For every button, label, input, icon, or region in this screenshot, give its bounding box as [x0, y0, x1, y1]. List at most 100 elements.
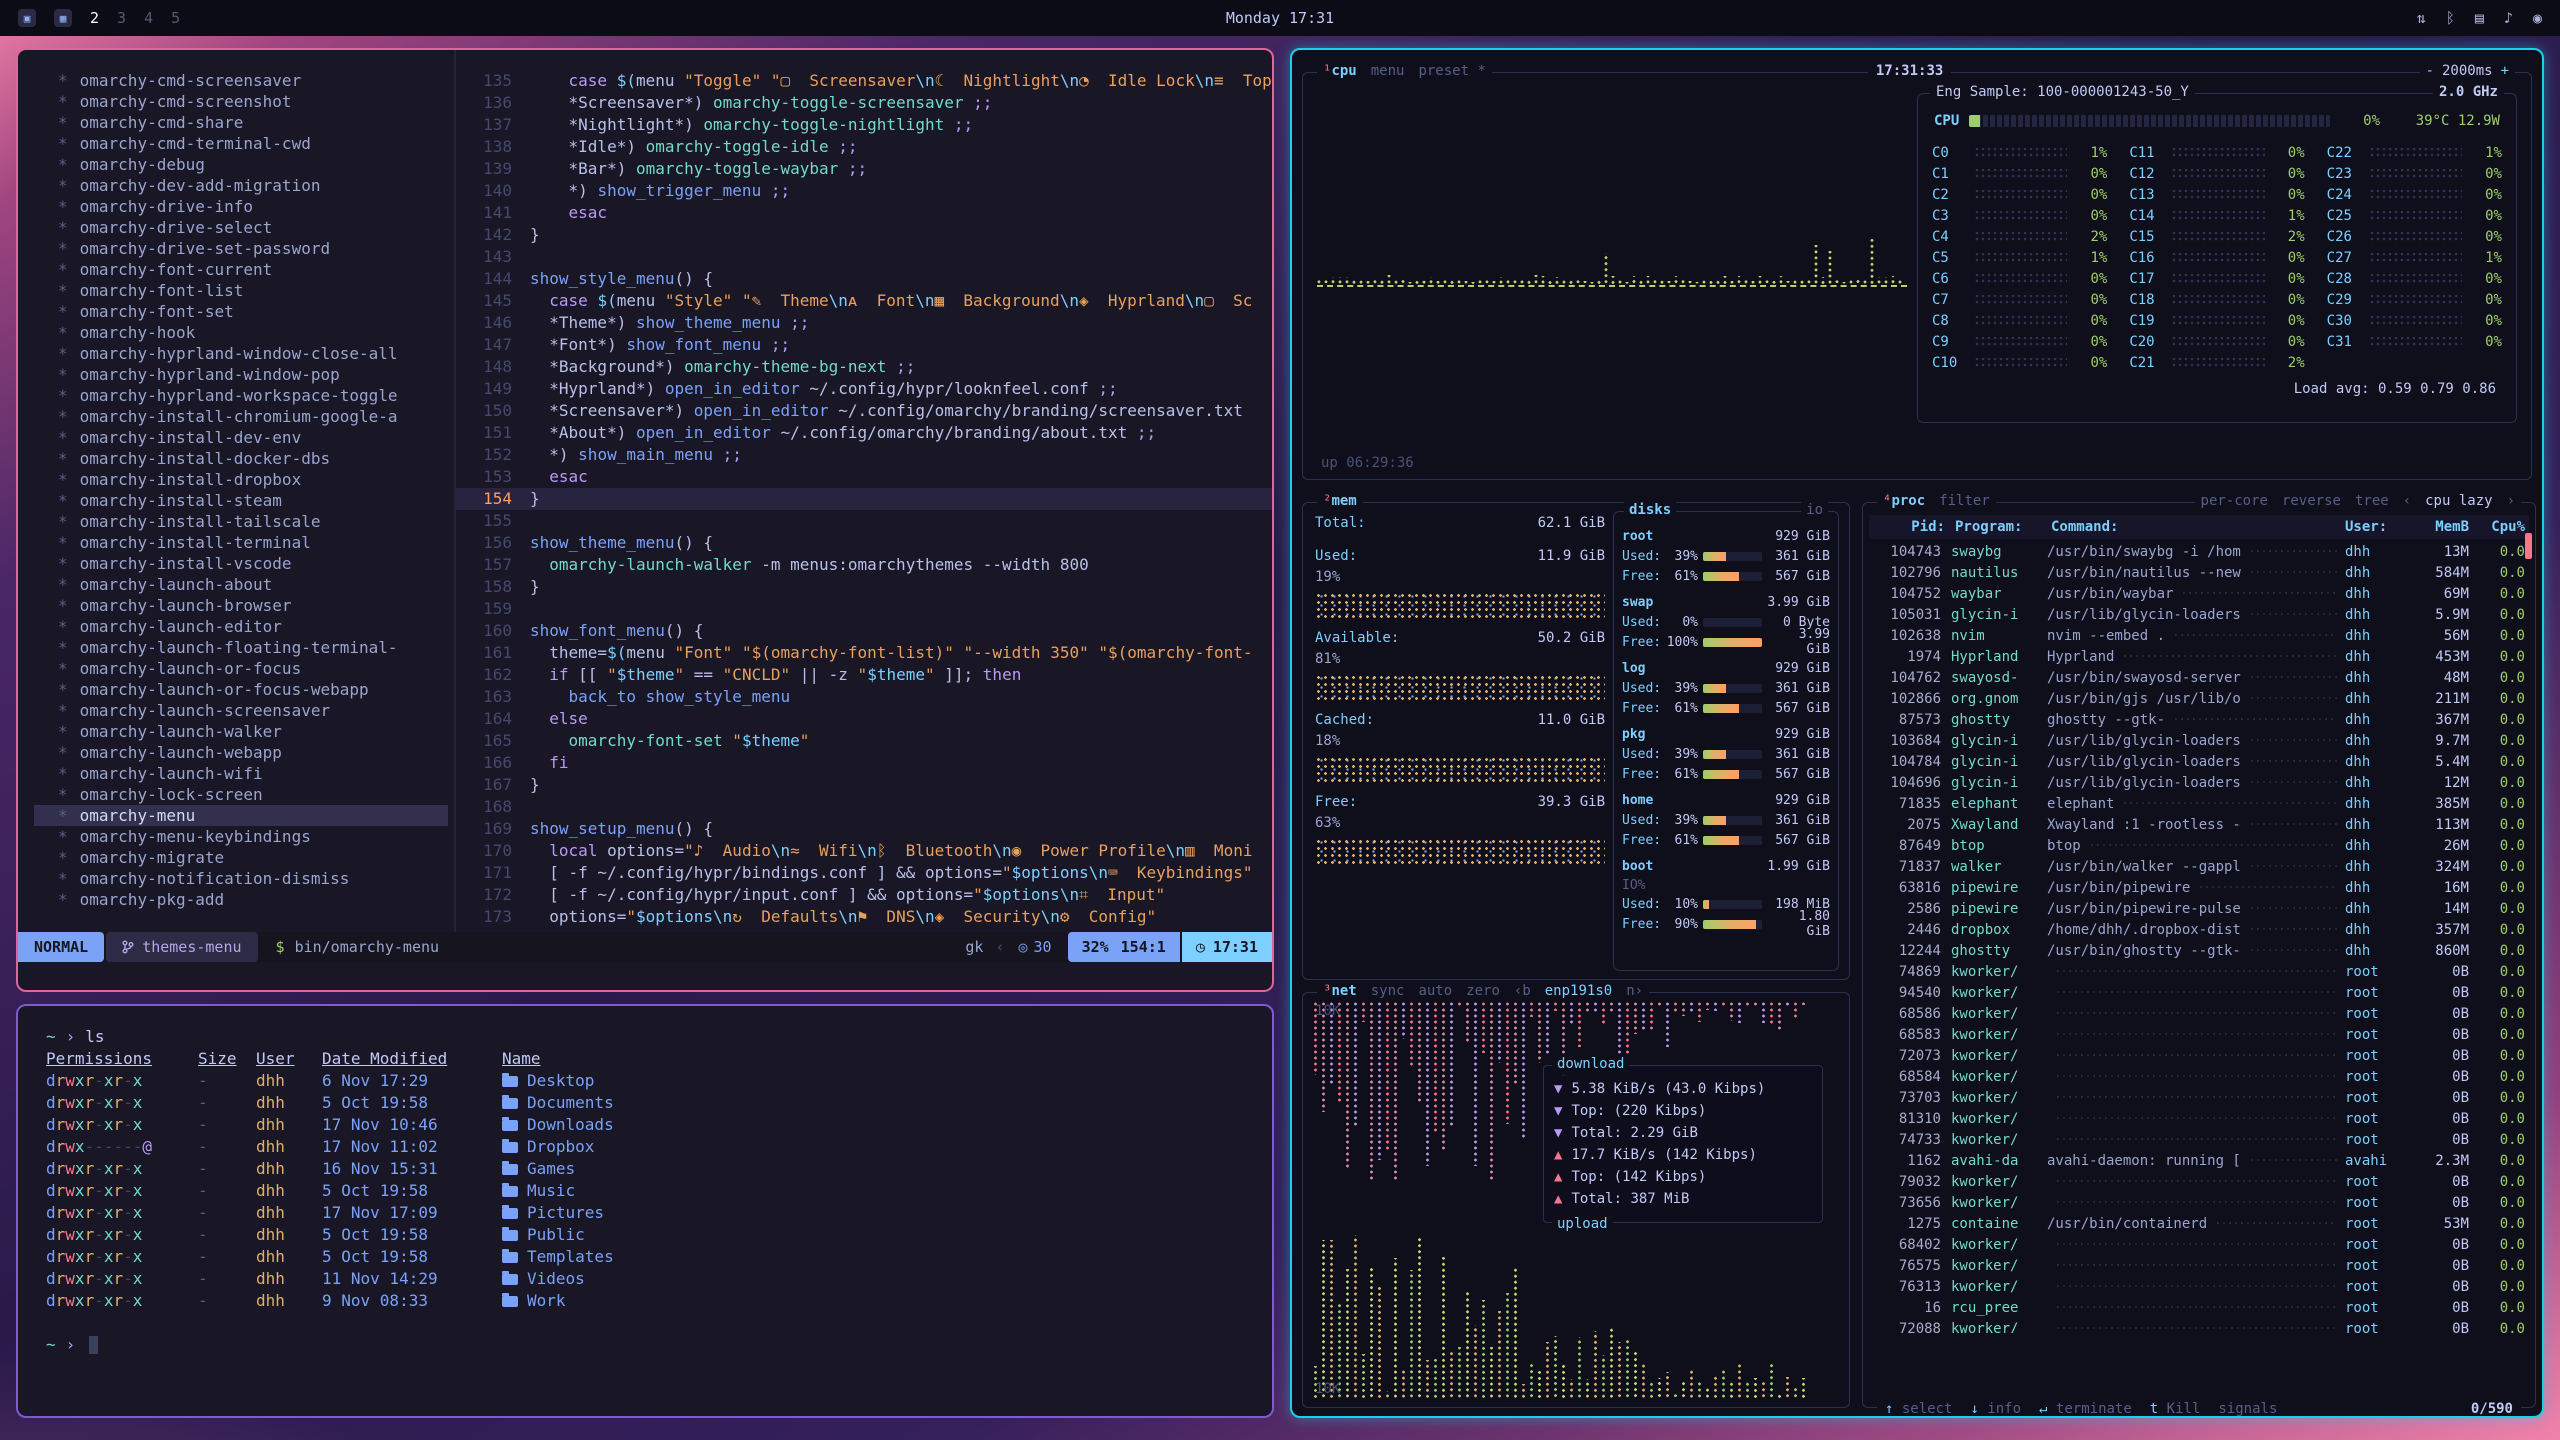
- process-row[interactable]: 68583 kworker/ root 0B 0.0: [1869, 1024, 2529, 1045]
- code-line[interactable]: 153 esac: [456, 466, 1272, 488]
- code-line[interactable]: 139 *Bar*) omarchy-toggle-waybar ;;: [456, 158, 1272, 180]
- code-line[interactable]: 169show_setup_menu() {: [456, 818, 1272, 840]
- code-line[interactable]: 152 *) show_main_menu ;;: [456, 444, 1272, 466]
- workspace-button-2[interactable]: 2: [90, 9, 99, 27]
- process-row[interactable]: 68402 kworker/ root 0B 0.0: [1869, 1234, 2529, 1255]
- process-scrollbar[interactable]: [2525, 533, 2532, 559]
- process-row[interactable]: 104743 swaybg /usr/bin/swaybg -i /hom dh…: [1869, 541, 2529, 562]
- process-row[interactable]: 76313 kworker/ root 0B 0.0: [1869, 1276, 2529, 1297]
- file-item[interactable]: *omarchy-hyprland-window-close-all: [58, 343, 454, 364]
- code-line[interactable]: 172 [ -f ~/.config/hypr/input.conf ] && …: [456, 884, 1272, 906]
- file-item[interactable]: *omarchy-install-terminal: [58, 532, 454, 553]
- process-row[interactable]: 2446 dropbox /home/dhh/.dropbox-dist dhh…: [1869, 919, 2529, 940]
- prompt-line[interactable]: ~ ›: [46, 1334, 1244, 1356]
- code-line[interactable]: 171 [ -f ~/.config/hypr/bindings.conf ] …: [456, 862, 1272, 884]
- reverse-toggle[interactable]: reverse: [2282, 493, 2341, 509]
- file-item[interactable]: *omarchy-lock-screen: [58, 784, 454, 805]
- tree-toggle[interactable]: tree: [2355, 493, 2389, 509]
- power-icon[interactable]: ◉: [2533, 9, 2542, 27]
- workspace-button-4[interactable]: 4: [144, 9, 153, 27]
- code-line[interactable]: 163 back_to show_style_menu: [456, 686, 1272, 708]
- code-line[interactable]: 168: [456, 796, 1272, 818]
- file-item[interactable]: *omarchy-debug: [58, 154, 454, 175]
- process-row[interactable]: 74869 kworker/ root 0B 0.0: [1869, 961, 2529, 982]
- file-item[interactable]: *omarchy-launch-editor: [58, 616, 454, 637]
- file-item[interactable]: *omarchy-launch-wifi: [58, 763, 454, 784]
- process-row[interactable]: 71837 walker /usr/bin/walker --gappl dhh…: [1869, 856, 2529, 877]
- file-item[interactable]: *omarchy-notification-dismiss: [58, 868, 454, 889]
- process-row[interactable]: 104752 waybar /usr/bin/waybar dhh 69M 0.…: [1869, 583, 2529, 604]
- process-row[interactable]: 73656 kworker/ root 0B 0.0: [1869, 1192, 2529, 1213]
- code-line[interactable]: 135 case $(menu "Toggle" "▢ Screensaver\…: [456, 70, 1272, 92]
- code-line[interactable]: 155: [456, 510, 1272, 532]
- code-line[interactable]: 146 *Theme*) show_theme_menu ;;: [456, 312, 1272, 334]
- process-row[interactable]: 81310 kworker/ root 0B 0.0: [1869, 1108, 2529, 1129]
- code-line[interactable]: 162 if [[ "$theme" == "CNCLD" || -z "$th…: [456, 664, 1272, 686]
- file-item[interactable]: *omarchy-cmd-terminal-cwd: [58, 133, 454, 154]
- file-item[interactable]: *omarchy-drive-set-password: [58, 238, 454, 259]
- process-row[interactable]: 102638 nvim nvim --embed . dhh 56M 0.0: [1869, 625, 2529, 646]
- filter-button[interactable]: filter: [1939, 493, 1990, 509]
- code-line[interactable]: 164 else: [456, 708, 1272, 730]
- file-item[interactable]: *omarchy-cmd-screenshot: [58, 91, 454, 112]
- volume-icon[interactable]: ♪: [2504, 9, 2513, 27]
- process-row[interactable]: 71835 elephant elephant dhh 385M 0.0: [1869, 793, 2529, 814]
- file-item[interactable]: *omarchy-launch-or-focus-webapp: [58, 679, 454, 700]
- code-line[interactable]: 148 *Background*) omarchy-theme-bg-next …: [456, 356, 1272, 378]
- process-row[interactable]: 73703 kworker/ root 0B 0.0: [1869, 1087, 2529, 1108]
- process-row[interactable]: 72088 kworker/ root 0B 0.0: [1869, 1318, 2529, 1333]
- process-row[interactable]: 68586 kworker/ root 0B 0.0: [1869, 1003, 2529, 1024]
- file-item[interactable]: *omarchy-launch-or-focus: [58, 658, 454, 679]
- file-item[interactable]: *omarchy-pkg-add: [58, 889, 454, 910]
- file-item[interactable]: *omarchy-hyprland-workspace-toggle: [58, 385, 454, 406]
- command-line[interactable]: [18, 962, 1272, 990]
- file-item[interactable]: *omarchy-cmd-screensaver: [58, 70, 454, 91]
- sort-next-button[interactable]: ›: [2507, 493, 2515, 509]
- file-item[interactable]: *omarchy-install-dropbox: [58, 469, 454, 490]
- process-row[interactable]: 1162 avahi-da avahi-daemon: running [ av…: [1869, 1150, 2529, 1171]
- file-item[interactable]: *omarchy-cmd-share: [58, 112, 454, 133]
- process-row[interactable]: 68584 kworker/ root 0B 0.0: [1869, 1066, 2529, 1087]
- code-line[interactable]: 173 options="$options\n↻ Defaults\n⚑ DNS…: [456, 906, 1272, 928]
- app-icon-2[interactable]: ▦: [54, 9, 72, 27]
- net-auto-toggle[interactable]: auto: [1418, 983, 1452, 999]
- terminal-content[interactable]: ~ › ls Permissions Size User Date Modifi…: [18, 1006, 1272, 1376]
- process-table-header[interactable]: Pid: Program: Command: User: MemB Cpu%: [1869, 515, 2529, 539]
- net-sync-toggle[interactable]: sync: [1371, 983, 1405, 999]
- process-row[interactable]: 105031 glycin-i /usr/lib/glycin-loaders …: [1869, 604, 2529, 625]
- io-toggle[interactable]: io: [1801, 502, 1828, 518]
- iface-prev-button[interactable]: ‹b: [1514, 983, 1531, 999]
- code-line[interactable]: 149 *Hyprland*) open_in_editor ~/.config…: [456, 378, 1272, 400]
- workspace-button-3[interactable]: 3: [117, 9, 126, 27]
- process-row[interactable]: 102866 org.gnom /usr/bin/gjs /usr/lib/o …: [1869, 688, 2529, 709]
- file-item[interactable]: *omarchy-drive-select: [58, 217, 454, 238]
- code-line[interactable]: 167}: [456, 774, 1272, 796]
- bluetooth-icon[interactable]: ᛒ: [2446, 9, 2455, 27]
- file-item[interactable]: *omarchy-font-current: [58, 259, 454, 280]
- code-line[interactable]: 141 esac: [456, 202, 1272, 224]
- app-icon-1[interactable]: ▣: [18, 9, 36, 27]
- file-item[interactable]: *omarchy-menu-keybindings: [58, 826, 454, 847]
- file-item[interactable]: *omarchy-drive-info: [58, 196, 454, 217]
- process-row[interactable]: 79032 kworker/ root 0B 0.0: [1869, 1171, 2529, 1192]
- process-row[interactable]: 74733 kworker/ root 0B 0.0: [1869, 1129, 2529, 1150]
- code-line[interactable]: 136 *Screensaver*) omarchy-toggle-screen…: [456, 92, 1272, 114]
- process-row[interactable]: 87649 btop btop dhh 26M 0.0: [1869, 835, 2529, 856]
- file-item[interactable]: *omarchy-menu: [34, 805, 448, 826]
- file-item[interactable]: *omarchy-install-docker-dbs: [58, 448, 454, 469]
- code-line[interactable]: 170 local options="♪ Audio\n≈ Wifi\nᛒ Bl…: [456, 840, 1272, 862]
- file-item[interactable]: *omarchy-dev-add-migration: [58, 175, 454, 196]
- code-line[interactable]: 138 *Idle*) omarchy-toggle-idle ;;: [456, 136, 1272, 158]
- process-row[interactable]: 104762 swayosd- /usr/bin/swayosd-server …: [1869, 667, 2529, 688]
- code-line[interactable]: 160show_font_menu() {: [456, 620, 1272, 642]
- code-line[interactable]: 143: [456, 246, 1272, 268]
- file-item[interactable]: *omarchy-launch-browser: [58, 595, 454, 616]
- code-line[interactable]: 144show_style_menu() {: [456, 268, 1272, 290]
- process-row[interactable]: 94540 kworker/ root 0B 0.0: [1869, 982, 2529, 1003]
- process-row[interactable]: 2075 Xwayland Xwayland :1 -rootless - dh…: [1869, 814, 2529, 835]
- net-zero-toggle[interactable]: zero: [1466, 983, 1500, 999]
- process-row[interactable]: 102796 nautilus /usr/bin/nautilus --new …: [1869, 562, 2529, 583]
- code-line[interactable]: 137 *Nightlight*) omarchy-toggle-nightli…: [456, 114, 1272, 136]
- code-line[interactable]: 166 fi: [456, 752, 1272, 774]
- network-icon[interactable]: ⇅: [2417, 9, 2426, 27]
